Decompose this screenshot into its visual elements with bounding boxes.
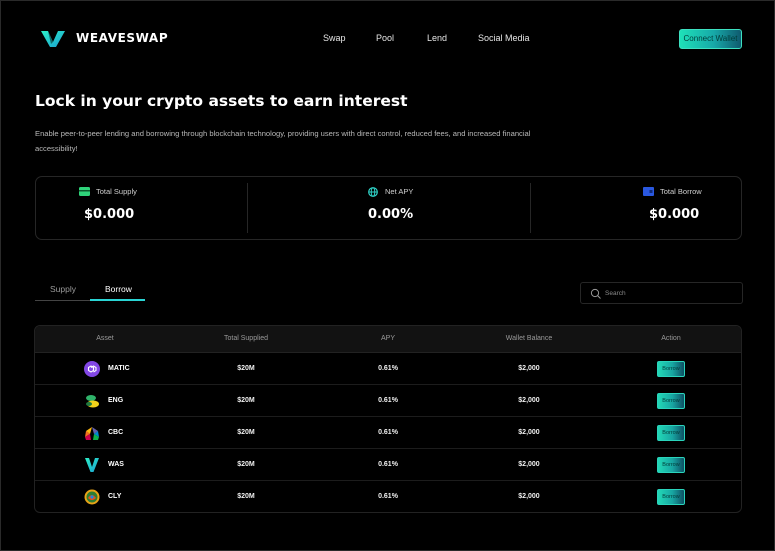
- eng-icon: [86, 395, 99, 408]
- wallet-balance: $2,000: [518, 397, 540, 404]
- tab-bar: Supply Borrow: [35, 280, 145, 302]
- column-header: Total Supplied: [224, 335, 268, 342]
- wallet-balance: $2,000: [518, 365, 540, 372]
- search-box: [580, 282, 743, 304]
- total-supplied: $20M: [237, 493, 255, 500]
- nav-lend[interactable]: Lend: [427, 33, 447, 43]
- page-title: Lock in your crypto assets to earn inter…: [35, 92, 408, 110]
- total-supplied: $20M: [237, 461, 255, 468]
- stat-net-apy: Net APY 0.00%: [248, 177, 530, 239]
- apy-value: 0.61%: [378, 397, 398, 404]
- was-icon: [85, 458, 99, 472]
- card-icon: [643, 187, 654, 196]
- search-icon: [590, 288, 601, 299]
- apy-value: 0.61%: [378, 365, 398, 372]
- stat-label: Total Borrow: [660, 187, 702, 196]
- table-row: MATIC $20M 0.61% $2,000 Borrow: [35, 353, 741, 385]
- borrow-button[interactable]: Borrow: [657, 457, 685, 473]
- stats-panel: Total Supply $0.000 Net APY 0.00% Total …: [35, 176, 742, 240]
- cbc-icon: [85, 427, 99, 440]
- tab-underline: [35, 300, 90, 301]
- tab-supply[interactable]: Supply: [50, 284, 76, 294]
- cly-icon: [84, 489, 100, 505]
- stat-total-supply: Total Supply $0.000: [36, 177, 247, 239]
- column-header: APY: [380, 335, 396, 342]
- wallet-balance: $2,000: [518, 461, 540, 468]
- apy-value: 0.61%: [378, 461, 398, 468]
- table-row: CLY $20M 0.61% $2,000 Borrow: [35, 481, 741, 512]
- apy-value: 0.61%: [378, 429, 398, 436]
- column-header: Wallet Balance: [505, 335, 553, 342]
- tab-active-underline: [90, 299, 145, 301]
- globe-icon: [368, 187, 378, 197]
- assets-table: Asset Total Supplied APY Wallet Balance …: [34, 325, 742, 513]
- brand-name: WEAVESWAP: [76, 31, 169, 45]
- search-input[interactable]: [605, 286, 735, 301]
- asset-name: WAS: [108, 461, 124, 468]
- tab-borrow[interactable]: Borrow: [105, 284, 132, 294]
- top-nav: WEAVESWAP Swap Pool Lend Social Media Co…: [0, 0, 775, 78]
- stat-label: Net APY: [385, 187, 414, 196]
- wallet-balance: $2,000: [518, 493, 540, 500]
- weaveswap-logo-icon: [41, 31, 65, 47]
- nav-social-media[interactable]: Social Media: [478, 33, 530, 43]
- borrow-button[interactable]: Borrow: [657, 425, 685, 441]
- table-row: CBC $20M 0.61% $2,000 Borrow: [35, 417, 741, 449]
- column-header: Action: [661, 335, 681, 342]
- matic-icon: [84, 361, 100, 377]
- total-supplied: $20M: [237, 429, 255, 436]
- asset-name: CBC: [108, 429, 124, 436]
- apy-value: 0.61%: [378, 493, 398, 500]
- wallet-balance: $2,000: [518, 429, 540, 436]
- page-description: Enable peer-to-peer lending and borrowin…: [35, 129, 531, 153]
- nav-swap[interactable]: Swap: [323, 33, 346, 43]
- stat-label: Total Supply: [96, 187, 137, 196]
- logo[interactable]: WEAVESWAP: [40, 30, 168, 48]
- total-supplied: $20M: [237, 397, 255, 404]
- borrow-button[interactable]: Borrow: [657, 361, 685, 377]
- wallet-icon: [79, 187, 90, 196]
- borrow-button[interactable]: Borrow: [657, 393, 685, 409]
- stat-value: 0.00%: [368, 207, 414, 222]
- stat-total-borrow: Total Borrow $0.000: [531, 177, 742, 239]
- stat-value: $0.000: [649, 207, 700, 222]
- table-header: Asset Total Supplied APY Wallet Balance …: [35, 326, 741, 353]
- connect-wallet-button[interactable]: Connect Wallet: [679, 29, 742, 49]
- table-row: WAS $20M 0.61% $2,000 Borrow: [35, 449, 741, 481]
- column-header: Asset: [96, 335, 114, 342]
- stat-value: $0.000: [84, 207, 135, 222]
- total-supplied: $20M: [237, 365, 255, 372]
- asset-name: CLY: [108, 493, 122, 500]
- nav-pool[interactable]: Pool: [376, 33, 394, 43]
- table-row: ENG $20M 0.61% $2,000 Borrow: [35, 385, 741, 417]
- borrow-button[interactable]: Borrow: [657, 489, 685, 505]
- asset-name: ENG: [108, 397, 124, 404]
- asset-name: MATIC: [108, 365, 130, 372]
